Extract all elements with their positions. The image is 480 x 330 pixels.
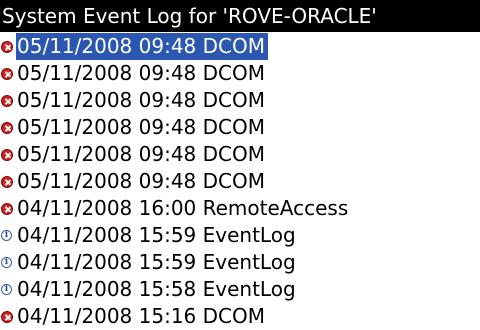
list-item[interactable]: i 04/11/2008 15:58 EventLog xyxy=(0,276,480,303)
error-icon xyxy=(0,60,16,87)
error-icon xyxy=(0,303,16,330)
event-text: 04/11/2008 15:58 EventLog xyxy=(17,277,296,301)
error-icon xyxy=(0,168,16,195)
event-text: 05/11/2008 09:48 DCOM xyxy=(17,61,265,85)
event-text: 04/11/2008 16:00 RemoteAccess xyxy=(17,196,349,220)
list-item[interactable]: 05/11/2008 09:48 DCOM xyxy=(0,168,480,195)
event-text: 05/11/2008 09:48 DCOM xyxy=(17,142,265,166)
list-item[interactable]: 05/11/2008 09:48 DCOM xyxy=(0,60,480,87)
list-item[interactable]: i 04/11/2008 15:59 EventLog xyxy=(0,249,480,276)
info-icon: i xyxy=(0,249,16,276)
info-icon: i xyxy=(0,276,16,303)
error-icon xyxy=(0,33,16,60)
list-item[interactable]: 05/11/2008 09:48 DCOM xyxy=(0,87,480,114)
error-icon xyxy=(0,141,16,168)
list-item[interactable]: i 04/11/2008 15:59 EventLog xyxy=(0,222,480,249)
event-text: 04/11/2008 15:59 EventLog xyxy=(17,250,296,274)
event-log-list: 05/11/2008 09:48 DCOM 05/11/2008 09:48 D… xyxy=(0,33,480,330)
list-item[interactable]: 05/11/2008 09:48 DCOM xyxy=(0,141,480,168)
list-item[interactable]: 04/11/2008 16:00 RemoteAccess xyxy=(0,195,480,222)
event-text: 04/11/2008 15:59 EventLog xyxy=(17,223,296,247)
event-text: 04/11/2008 15:16 DCOM xyxy=(17,304,265,328)
error-icon xyxy=(0,87,16,114)
window-title: System Event Log for 'ROVE-ORACLE' xyxy=(0,0,480,32)
event-text: 05/11/2008 09:48 DCOM xyxy=(17,169,265,193)
list-item[interactable]: 04/11/2008 15:16 DCOM xyxy=(0,303,480,330)
event-text: 05/11/2008 09:48 DCOM xyxy=(17,88,265,112)
event-text: 05/11/2008 09:48 DCOM xyxy=(16,33,268,60)
list-item[interactable]: 05/11/2008 09:48 DCOM xyxy=(0,114,480,141)
info-icon: i xyxy=(0,222,16,249)
event-text: 05/11/2008 09:48 DCOM xyxy=(17,115,265,139)
list-item[interactable]: 05/11/2008 09:48 DCOM xyxy=(0,33,480,60)
error-icon xyxy=(0,195,16,222)
error-icon xyxy=(0,114,16,141)
